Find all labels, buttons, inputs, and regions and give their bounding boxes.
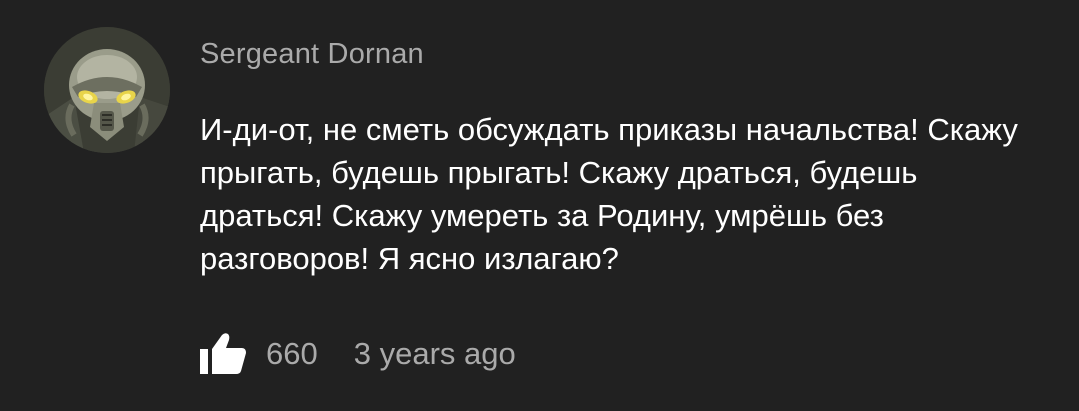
comment-author[interactable]: Sergeant Dornan xyxy=(200,38,424,71)
like-count: 660 xyxy=(266,336,318,371)
comment-text: И-ди-от, не сметь обсуждать приказы нача… xyxy=(200,112,1018,276)
comment: Sergeant Dornan И-ди-от, не сметь обсужд… xyxy=(0,0,1079,411)
comment-actions: 660 3 years ago xyxy=(198,330,516,378)
avatar[interactable] xyxy=(44,27,170,153)
power-armor-helmet-icon xyxy=(44,27,170,153)
comment-timestamp[interactable]: 3 years ago xyxy=(354,336,516,372)
like-button[interactable] xyxy=(198,330,250,378)
thumbs-up-icon xyxy=(200,333,246,374)
